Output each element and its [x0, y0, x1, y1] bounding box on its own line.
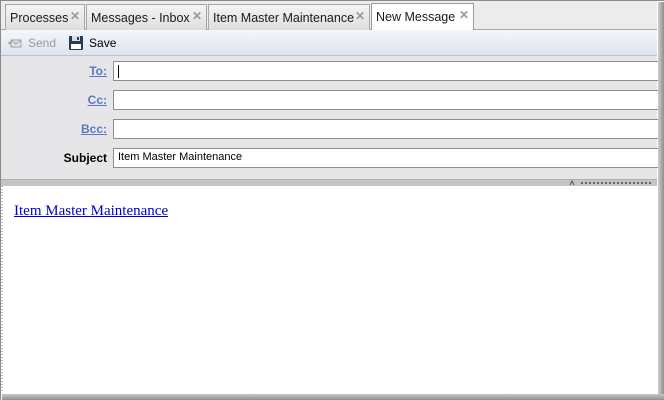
window-shadow-right — [658, 2, 664, 398]
tab-item-master-maintenance[interactable]: Item Master Maintenance ✕ — [208, 4, 370, 30]
tab-strip: Processes ✕ Messages - Inbox ✕ Item Mast… — [1, 1, 657, 30]
cc-row: Cc: — [1, 90, 659, 110]
save-button[interactable]: Save — [62, 32, 122, 54]
cc-field[interactable] — [113, 90, 659, 110]
editor-left-border — [1, 186, 3, 392]
save-label: Save — [89, 35, 117, 50]
send-button[interactable]: Send — [1, 32, 62, 54]
subject-label: Subject — [63, 151, 107, 165]
tab-label: New Message — [376, 10, 456, 24]
bcc-label-link[interactable]: Bcc: — [81, 122, 107, 136]
send-icon — [7, 35, 23, 51]
bcc-field[interactable] — [113, 119, 659, 139]
tab-messages-inbox[interactable]: Messages - Inbox ✕ — [86, 4, 207, 30]
text-caret — [118, 65, 119, 78]
subject-field[interactable]: Item Master Maintenance — [113, 148, 659, 168]
tab-new-message[interactable]: New Message ✕ — [371, 3, 474, 30]
bcc-row: Bcc: — [1, 119, 659, 139]
close-icon[interactable]: ✕ — [192, 9, 202, 23]
window-shadow-bottom — [2, 394, 664, 400]
message-header: To: Cc: Bcc: Subject Item Master Mainten… — [1, 56, 659, 179]
subject-value: Item Master Maintenance — [118, 151, 243, 163]
message-body-editor[interactable]: Item Master Maintenance — [1, 186, 657, 392]
to-row: To: — [1, 61, 659, 81]
close-icon[interactable]: ✕ — [70, 9, 80, 23]
floppy-disk-icon — [68, 35, 84, 51]
send-label: Send — [28, 35, 57, 50]
close-icon[interactable]: ✕ — [459, 8, 469, 22]
tab-label: Processes — [10, 10, 69, 25]
tab-processes[interactable]: Processes ✕ — [5, 4, 85, 30]
toolbar: Send Save — [1, 30, 657, 56]
to-label-link[interactable]: To: — [89, 64, 107, 78]
tab-label: Messages - Inbox — [91, 10, 190, 25]
tab-label: Item Master Maintenance — [213, 10, 355, 25]
body-link[interactable]: Item Master Maintenance — [14, 203, 168, 220]
close-icon[interactable]: ✕ — [355, 9, 365, 23]
header-splitter[interactable] — [1, 179, 657, 186]
to-field[interactable] — [113, 61, 659, 81]
cc-label-link[interactable]: Cc: — [88, 93, 107, 107]
subject-row: Subject Item Master Maintenance — [1, 148, 659, 168]
